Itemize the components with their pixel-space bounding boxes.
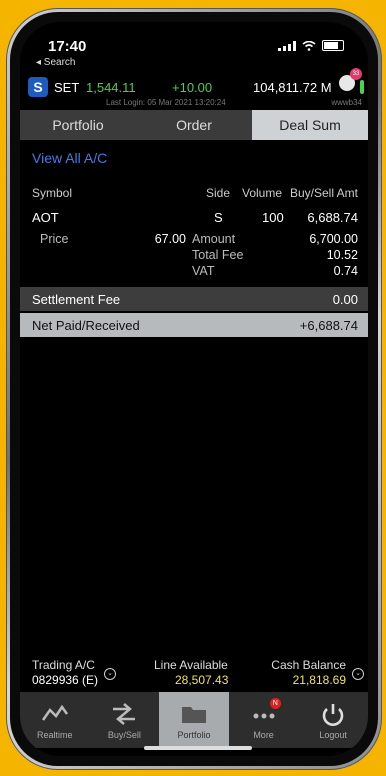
deal-symbol[interactable]: AOT [32, 210, 59, 225]
col-header-symbol: Symbol [32, 186, 73, 200]
last-login: Last Login: 05 Mar 2021 13:20:24 [106, 98, 226, 107]
notification-badge: 33 [350, 68, 362, 80]
user-id: wwwb34 [331, 98, 362, 107]
nav-more[interactable]: N More [229, 692, 299, 748]
notification-avatar-icon[interactable]: 33 [336, 68, 362, 94]
view-all-accounts-link[interactable]: View All A/C [32, 150, 107, 166]
market-index: 1,544.11 [86, 80, 136, 95]
system-icons [278, 40, 344, 51]
bottom-nav: Realtime Buy/Sell Portfolio N More Logou… [20, 692, 368, 748]
col-header-side: Side [206, 186, 231, 200]
settlement-fee-label: Settlement Fee [32, 292, 121, 307]
folder-icon [181, 707, 206, 723]
market-volume: 104,811.72 M [253, 80, 332, 95]
vat-label: VAT [192, 264, 215, 278]
settlement-fee-row: Settlement Fee 0.00 [20, 287, 368, 311]
total-fee-label: Total Fee [192, 248, 244, 262]
tab-portfolio[interactable]: Portfolio [20, 110, 136, 140]
net-paid-label: Net Paid/Received [32, 318, 140, 333]
trading-account-value[interactable]: 0829936 (E) [32, 673, 98, 687]
price-value: 67.00 [154, 232, 186, 246]
status-bar: 17:40 ◂ Search [20, 22, 368, 76]
market-ticker: S SET 1,544.11 +10.00 104,811.72 M 33 [20, 68, 368, 98]
tab-deal-sum[interactable]: Deal Sum [252, 110, 368, 140]
connection-indicator [360, 80, 364, 94]
back-to-search-link[interactable]: ◂ Search [36, 57, 75, 68]
market-change: +10.00 [172, 80, 213, 95]
amount-value: 6,700.00 [309, 232, 358, 246]
nav-realtime-label: Realtime [37, 730, 73, 740]
nav-logout-label: Logout [319, 730, 347, 740]
nav-more-label: More [253, 730, 274, 740]
col-header-amount: Buy/Sell Amt [289, 186, 358, 200]
cash-balance-label: Cash Balance [271, 658, 346, 672]
tab-order[interactable]: Order [136, 110, 252, 140]
nav-buy-sell[interactable]: Buy/Sell [90, 692, 160, 748]
line-available-label: Line Available [154, 658, 228, 672]
col-header-volume: Volume [242, 186, 283, 200]
vat-value: 0.74 [333, 264, 358, 278]
app-screen: 17:40 ◂ Search S SET 1,544.11 +10.00 104… [20, 22, 368, 756]
signal-icon [278, 40, 296, 51]
app-logo: S [28, 77, 48, 97]
clock: 17:40 [48, 38, 87, 55]
market-name: SET [54, 80, 80, 95]
realtime-chart-icon [41, 704, 68, 721]
net-paid-row: Net Paid/Received +6,688.74 [20, 313, 368, 337]
nav-logout[interactable]: Logout [298, 692, 368, 748]
tab-bar: Portfolio Order Deal Sum [20, 110, 368, 140]
deal-volume: 100 [262, 210, 284, 225]
nav-portfolio[interactable]: Portfolio [159, 692, 229, 748]
nav-realtime[interactable]: Realtime [20, 692, 90, 748]
power-icon [322, 704, 344, 726]
buy-sell-arrows-icon [113, 703, 136, 725]
cash-balance-value: 21,818.69 [292, 673, 346, 687]
phone-frame: 17:40 ◂ Search S SET 1,544.11 +10.00 104… [6, 8, 382, 770]
battery-icon [322, 40, 344, 51]
cash-balance-dropdown-icon[interactable]: ⌄ [352, 668, 364, 680]
nav-buy-sell-label: Buy/Sell [107, 730, 141, 740]
account-footer: Trading A/C ⌄ 0829936 (E) Line Available… [20, 656, 368, 692]
more-new-badge: N [269, 698, 281, 709]
total-fee-value: 10.52 [326, 248, 358, 262]
deal-amount: 6,688.74 [307, 210, 358, 225]
deal-side: S [214, 210, 223, 225]
nav-portfolio-label: Portfolio [177, 730, 211, 740]
net-paid-value: +6,688.74 [299, 318, 358, 333]
home-indicator[interactable] [144, 746, 252, 750]
line-available-value: 28,507.43 [175, 673, 229, 687]
phone-bezel: 17:40 ◂ Search S SET 1,544.11 +10.00 104… [10, 12, 378, 766]
wifi-icon [302, 40, 316, 51]
trading-account-dropdown-icon[interactable]: ⌄ [104, 668, 116, 680]
trading-account-label: Trading A/C [32, 658, 95, 672]
price-label: Price [40, 232, 69, 246]
amount-label: Amount [192, 232, 236, 246]
settlement-fee-value: 0.00 [332, 292, 358, 307]
